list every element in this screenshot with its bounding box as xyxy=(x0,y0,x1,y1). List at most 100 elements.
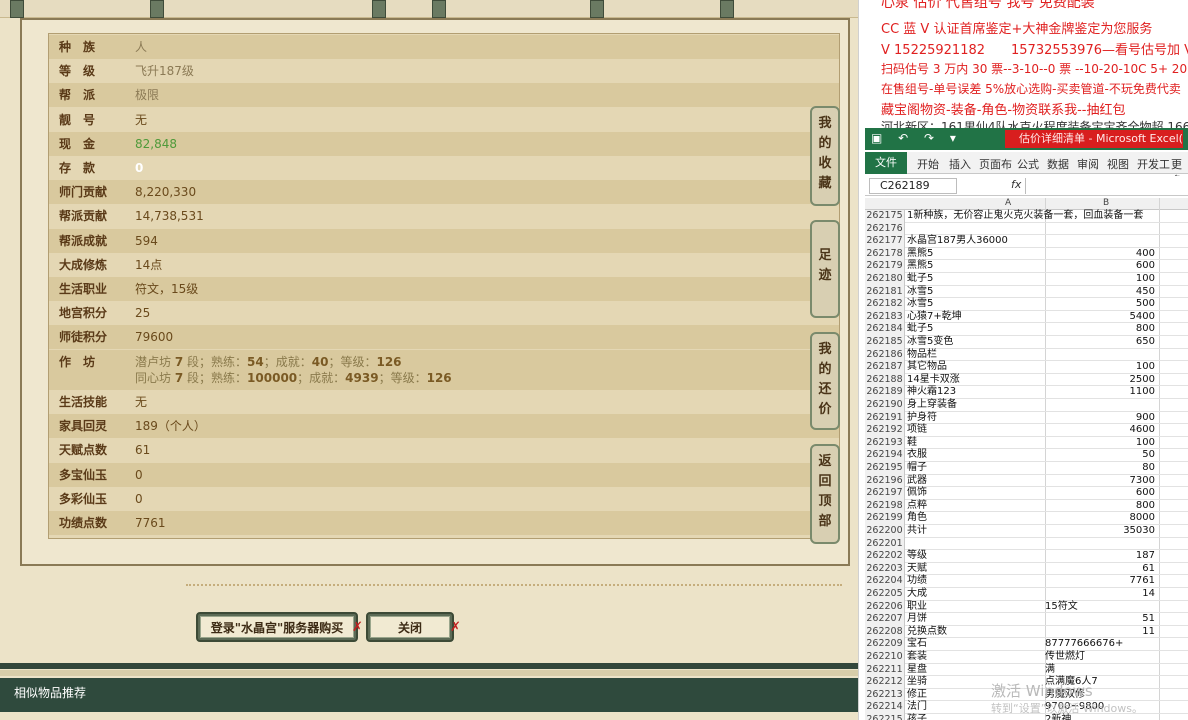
cell-b[interactable]: 传世燃灯 xyxy=(1045,651,1159,664)
cell-b[interactable]: 100 xyxy=(1045,437,1159,450)
cell-a[interactable]: 蚍子5 xyxy=(907,273,1045,286)
cell-a[interactable]: 心猿7+乾坤 xyxy=(907,311,1045,324)
cell-b[interactable]: 2500 xyxy=(1045,374,1159,387)
cell-a[interactable]: 天赋 xyxy=(907,563,1045,576)
cell-a[interactable]: 帽子 xyxy=(907,462,1045,475)
cell-a[interactable]: 身上穿装备 xyxy=(907,399,1045,412)
sheet-row[interactable]: 262192 项链 4600 xyxy=(865,424,1188,437)
cell-a[interactable]: 点粹 xyxy=(907,500,1045,513)
row-number[interactable]: 262203 xyxy=(865,562,905,576)
sheet-row[interactable]: 262182 冰雪5 500 xyxy=(865,298,1188,311)
cell-a[interactable]: 兑换点数 xyxy=(907,626,1045,639)
cell-b[interactable]: 61 xyxy=(1045,563,1159,576)
row-number[interactable]: 262207 xyxy=(865,613,905,626)
row-number[interactable]: 262201 xyxy=(865,537,905,551)
row-number[interactable]: 262194 xyxy=(865,449,905,462)
sheet-row[interactable]: 262179 黑熊5 600 xyxy=(865,260,1188,273)
sheet-row[interactable]: 262204 功绩 7761 xyxy=(865,575,1188,588)
row-number[interactable]: 262209 xyxy=(865,638,905,651)
row-number[interactable]: 262185 xyxy=(865,336,905,349)
sheet-row[interactable]: 262189 神火霜123 1100 xyxy=(865,386,1188,399)
cell-b[interactable]: 400 xyxy=(1045,248,1159,261)
cell-a[interactable]: 蚍子5 xyxy=(907,323,1045,336)
row-number[interactable]: 262175 xyxy=(865,210,905,223)
cell-b[interactable]: 满 xyxy=(1045,664,1159,677)
cell-b[interactable]: 187 xyxy=(1045,550,1159,563)
cell-a[interactable]: 共计 xyxy=(907,525,1045,538)
cell-b[interactable]: 14 xyxy=(1045,588,1159,601)
cell-b[interactable]: 7761 xyxy=(1045,575,1159,588)
tab-data[interactable]: 数据 xyxy=(1047,156,1069,172)
sheet-row[interactable]: 262200 共计 35030 xyxy=(865,525,1188,538)
row-number[interactable]: 262206 xyxy=(865,600,905,614)
my-favorites-tab[interactable]: 我的收藏 xyxy=(810,106,840,206)
row-number[interactable]: 262177 xyxy=(865,235,905,248)
cell-b[interactable]: 450 xyxy=(1045,286,1159,299)
cell-a[interactable]: 黑熊5 xyxy=(907,248,1045,261)
sheet-row[interactable]: 262206 职业 15符文 xyxy=(865,600,1188,614)
cell-b[interactable]: 500 xyxy=(1045,298,1159,311)
cell-b[interactable]: 1100 xyxy=(1045,386,1159,399)
sheet-row[interactable]: 262197 佩饰 600 xyxy=(865,487,1188,500)
row-number[interactable]: 262190 xyxy=(865,399,905,412)
cell-a[interactable]: 冰雪5变色 xyxy=(907,336,1045,349)
row-number[interactable]: 262189 xyxy=(865,386,905,399)
sheet-row[interactable]: 262194 衣服 50 xyxy=(865,449,1188,462)
cell-a[interactable]: 物品栏 xyxy=(907,349,1045,362)
cell-b[interactable]: 600 xyxy=(1045,260,1159,273)
row-number[interactable]: 262196 xyxy=(865,474,905,488)
close-button[interactable]: 关闭 xyxy=(366,612,454,642)
cell-b[interactable]: 100 xyxy=(1045,273,1159,286)
cell-b[interactable]: 87777666676+ xyxy=(1045,638,1159,651)
sheet-row[interactable]: 262181 冰雪5 450 xyxy=(865,285,1188,299)
cell-a[interactable]: 角色 xyxy=(907,512,1045,525)
row-number[interactable]: 262183 xyxy=(865,310,905,324)
sheet-row[interactable]: 262186 物品栏 xyxy=(865,348,1188,362)
back-to-top-tab[interactable]: 返回顶部 xyxy=(810,444,840,544)
formula-input[interactable] xyxy=(1025,178,1188,194)
cell-a[interactable]: 黑熊5 xyxy=(907,260,1045,273)
cell-a[interactable]: 衣服 xyxy=(907,449,1045,462)
sheet-row[interactable]: 262202 等级 187 xyxy=(865,550,1188,563)
tab-view[interactable]: 视图 xyxy=(1107,156,1129,172)
row-number[interactable]: 262187 xyxy=(865,361,905,374)
sheet-row[interactable]: 262193 鞋 100 xyxy=(865,436,1188,450)
cell-b[interactable]: 4600 xyxy=(1045,424,1159,437)
row-number[interactable]: 262210 xyxy=(865,651,905,664)
quick-access-icons[interactable]: ▣ ↶ ↷ ▾ xyxy=(871,131,962,145)
row-number[interactable]: 262192 xyxy=(865,424,905,437)
cell-b[interactable]: 15符文 xyxy=(1045,601,1159,614)
cell-a[interactable]: 14星卡双涨 xyxy=(907,374,1045,387)
sheet-row[interactable]: 262185 冰雪5变色 650 xyxy=(865,336,1188,349)
cell-b[interactable]: 600 xyxy=(1045,487,1159,500)
row-number[interactable]: 262178 xyxy=(865,247,905,261)
cell-a[interactable]: 大成 xyxy=(907,588,1045,601)
tab-review[interactable]: 审阅 xyxy=(1077,156,1099,172)
fx-icon[interactable]: fx xyxy=(1011,178,1021,191)
cell-a[interactable]: 武器 xyxy=(907,475,1045,488)
sheet-row[interactable]: 262201 xyxy=(865,537,1188,551)
my-counteroffer-tab[interactable]: 我的还价 xyxy=(810,332,840,430)
row-number[interactable]: 262208 xyxy=(865,625,905,639)
row-number[interactable]: 262212 xyxy=(865,676,905,689)
cell-b[interactable]: 50 xyxy=(1045,449,1159,462)
row-number[interactable]: 262215 xyxy=(865,714,905,720)
row-number[interactable]: 262184 xyxy=(865,323,905,336)
sheet-row[interactable]: 262209 宝石 87777666676+ xyxy=(865,638,1188,651)
tab-home[interactable]: 开始 xyxy=(917,156,939,172)
row-number[interactable]: 262200 xyxy=(865,525,905,538)
row-number[interactable]: 262182 xyxy=(865,298,905,311)
cell-b[interactable]: 5400 xyxy=(1045,311,1159,324)
cell-b[interactable]: 800 xyxy=(1045,323,1159,336)
cell-a[interactable]: 佩饰 xyxy=(907,487,1045,500)
sheet-row[interactable]: 262211 星盘满 xyxy=(865,663,1188,677)
tab-file[interactable]: 文件 xyxy=(865,152,907,174)
cell-a[interactable]: 护身符 xyxy=(907,412,1045,425)
row-number[interactable]: 262204 xyxy=(865,575,905,588)
row-number[interactable]: 262193 xyxy=(865,436,905,450)
cell-a[interactable]: 项链 xyxy=(907,424,1045,437)
sheet-row[interactable]: 262203 天赋 61 xyxy=(865,562,1188,576)
cell-a[interactable]: 月饼 xyxy=(907,613,1045,626)
row-number[interactable]: 262214 xyxy=(865,701,905,714)
sheet-row[interactable]: 262183 心猿7+乾坤 5400 xyxy=(865,310,1188,324)
